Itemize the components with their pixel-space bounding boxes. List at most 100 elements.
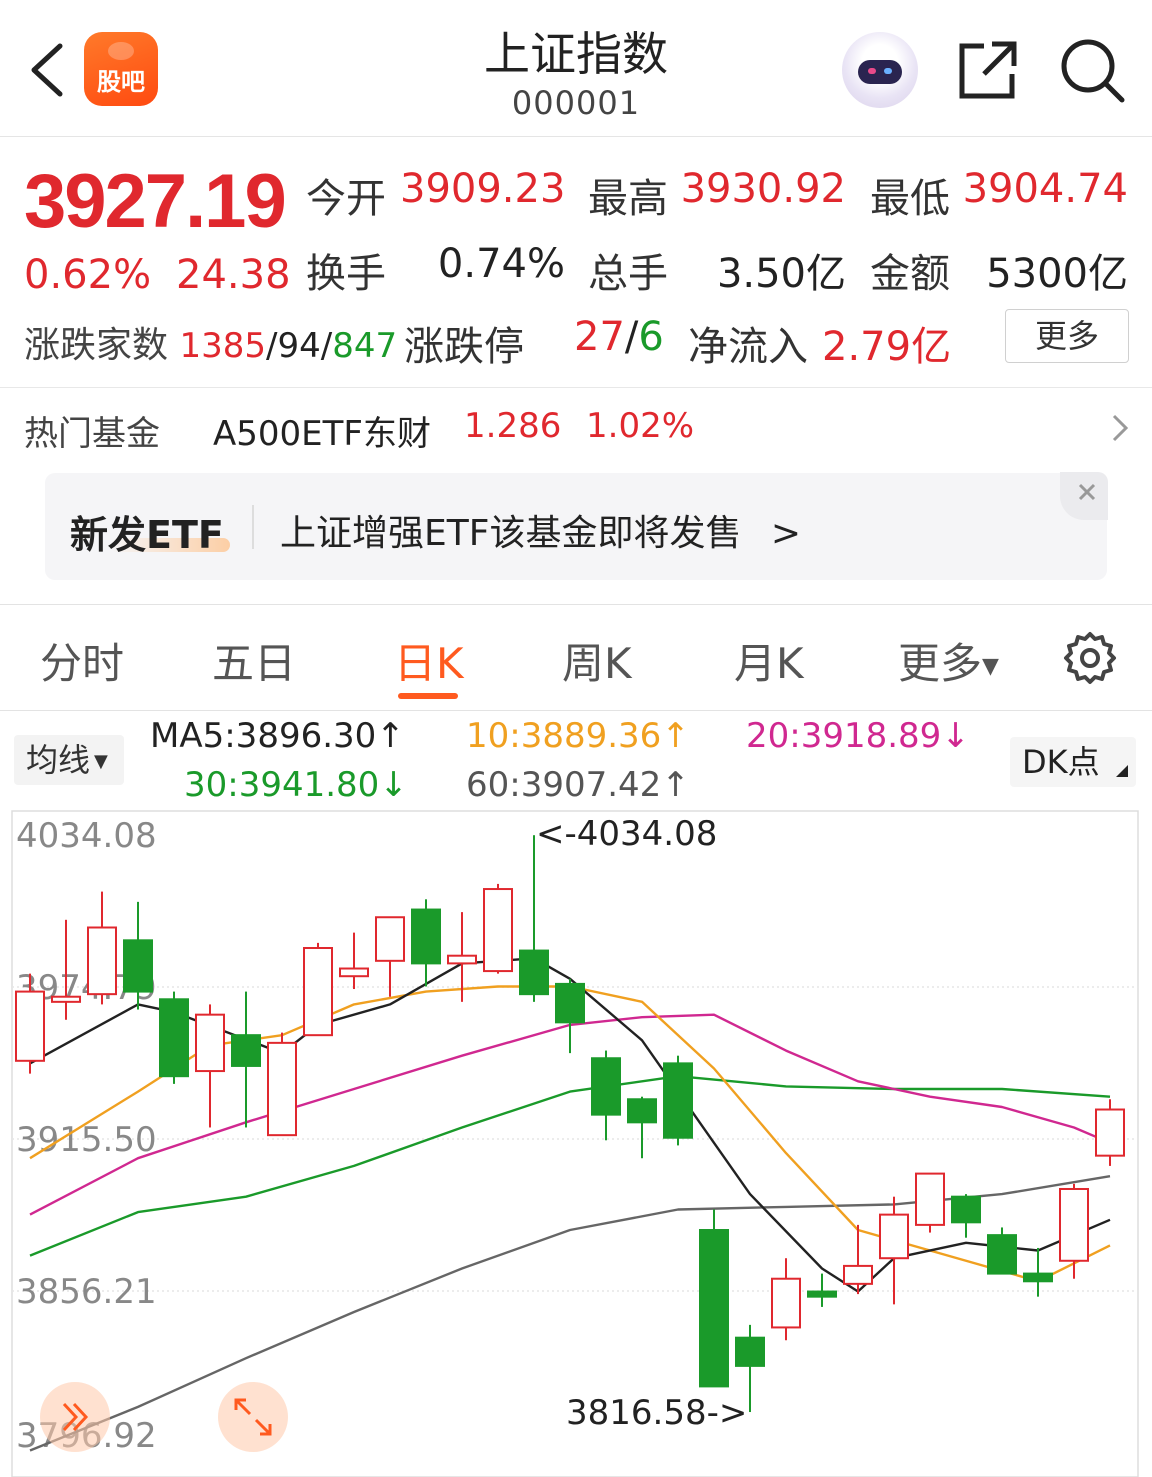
tab-five-day[interactable]: 五日 <box>212 630 296 691</box>
caret-down-icon: ▼ <box>94 751 108 772</box>
change-percent: 0.62% <box>24 252 152 298</box>
banner-text[interactable]: 上证增强ETF该基金即将发售 > <box>280 504 801 556</box>
turnover-value: 0.74% <box>437 241 565 287</box>
low-value: 3904.74 <box>962 166 1128 212</box>
caret-down-icon: ▼ <box>982 654 999 679</box>
candle <box>483 883 513 974</box>
open-label: 今开 <box>306 176 386 222</box>
y-tick-label: 3856.21 <box>16 1272 157 1312</box>
ai-assistant-icon[interactable] <box>842 32 918 108</box>
inflow-value: 2.79亿 <box>822 324 952 370</box>
tab-indicator <box>398 693 458 699</box>
candle <box>915 1172 945 1233</box>
hot-fund-name[interactable]: A500ETF东财 <box>213 406 431 455</box>
divider <box>0 387 1152 388</box>
ma5-value: MA5:3896.30↑ <box>150 716 405 756</box>
candle <box>231 991 261 1128</box>
candle <box>951 1194 981 1238</box>
search-icon[interactable] <box>1058 36 1126 104</box>
ma20-value: 20:3918.89↓ <box>746 716 970 756</box>
candle <box>267 1032 297 1137</box>
ma30-line <box>29 1075 1111 1257</box>
candle <box>771 1258 801 1341</box>
hot-fund-percent: 1.02% <box>586 406 695 446</box>
banner-separator <box>252 505 254 549</box>
tab-daily-k[interactable]: 日K <box>394 630 464 691</box>
candle <box>699 1209 729 1388</box>
advance-decline[interactable]: 涨跌家数 1385/94/847 <box>24 316 397 368</box>
candle <box>195 1004 225 1128</box>
inflow-label: 净流入 <box>688 324 808 370</box>
high-annotation: <-4034.08 <box>536 814 717 854</box>
amount-value: 5300亿 <box>986 251 1128 297</box>
candle <box>1095 1099 1125 1166</box>
candle <box>591 1050 621 1141</box>
ma-type-select[interactable]: 均线 ▼ <box>14 735 124 785</box>
candle <box>1023 1247 1053 1297</box>
tab-weekly-k[interactable]: 周K <box>562 630 632 691</box>
more-quote-button[interactable]: 更多 <box>1005 309 1129 363</box>
volume-label: 总手 <box>588 251 668 297</box>
tab-more-label: 更多 <box>898 639 983 688</box>
expand-panel-button[interactable] <box>40 1382 110 1452</box>
close-icon <box>1078 483 1096 501</box>
low-label: 最低 <box>870 176 950 222</box>
tab-intraday[interactable]: 分时 <box>40 630 124 691</box>
candle <box>87 891 117 1005</box>
decline-count: 847 <box>332 326 398 366</box>
volume-value: 3.50亿 <box>716 251 846 297</box>
change-amount: 24.38 <box>176 252 291 298</box>
candle <box>519 835 549 1002</box>
double-chevron-right-icon <box>62 1402 89 1432</box>
tab-monthly-k[interactable]: 月K <box>734 630 804 691</box>
limit-down-count: 6 <box>638 314 664 360</box>
flat-count: 94 <box>277 326 321 366</box>
banner-arrow: > <box>770 513 802 554</box>
kline-chart[interactable]: 4034.083974.793915.503856.213796.92 <-40… <box>0 805 1152 1477</box>
fullscreen-button[interactable] <box>218 1382 288 1452</box>
tab-more[interactable]: 更多▼ <box>898 630 999 691</box>
robot-face-icon <box>858 60 902 84</box>
limit-label: 涨跌停 <box>404 324 524 370</box>
divider <box>0 710 1152 711</box>
hot-fund-price: 1.286 <box>464 406 562 446</box>
hot-fund-label: 热门基金 <box>24 414 160 454</box>
open-value: 3909.23 <box>400 166 566 212</box>
high-value: 3930.92 <box>680 166 846 212</box>
current-price: 3927.19 <box>24 159 287 244</box>
limit-counts: 27/6 <box>574 314 664 360</box>
candle <box>411 899 441 987</box>
candle <box>339 932 369 990</box>
candle <box>303 942 333 1037</box>
header-bar: 股吧 上证指数 000001 <box>0 0 1152 137</box>
gear-icon[interactable] <box>1062 630 1118 686</box>
ma30-value: 30:3941.80↓ <box>184 765 408 805</box>
banner-close-button[interactable] <box>1060 472 1108 520</box>
advance-decline-label: 涨跌家数 <box>24 325 169 366</box>
limit-up-count: 27 <box>574 314 625 360</box>
dk-label: DK点 <box>1022 743 1100 781</box>
candle <box>663 1055 693 1146</box>
high-label: 最高 <box>588 176 668 222</box>
chevron-right-icon[interactable] <box>1110 412 1130 444</box>
candle <box>627 1096 657 1159</box>
candle <box>1059 1183 1089 1279</box>
advance-count: 1385 <box>179 326 266 366</box>
banner-message: 上证增强ETF该基金即将发售 <box>280 513 742 554</box>
dk-point-button[interactable]: DK点 <box>1010 737 1136 787</box>
corner-triangle-icon <box>1116 765 1128 777</box>
ma-select-label: 均线 <box>26 741 91 779</box>
low-annotation: 3816.58-> <box>566 1393 747 1433</box>
candle <box>879 1196 909 1305</box>
candle <box>843 1224 873 1295</box>
divider <box>0 604 1152 605</box>
ma60-value: 60:3907.42↑ <box>466 765 690 805</box>
ma10-value: 10:3889.36↑ <box>466 716 690 756</box>
banner-badge: 新发ETF <box>70 513 224 557</box>
candle <box>375 916 405 997</box>
share-icon[interactable] <box>956 38 1020 102</box>
candles <box>15 835 1125 1413</box>
candle <box>555 978 585 1054</box>
candle <box>159 991 189 1084</box>
candle <box>987 1227 1017 1275</box>
